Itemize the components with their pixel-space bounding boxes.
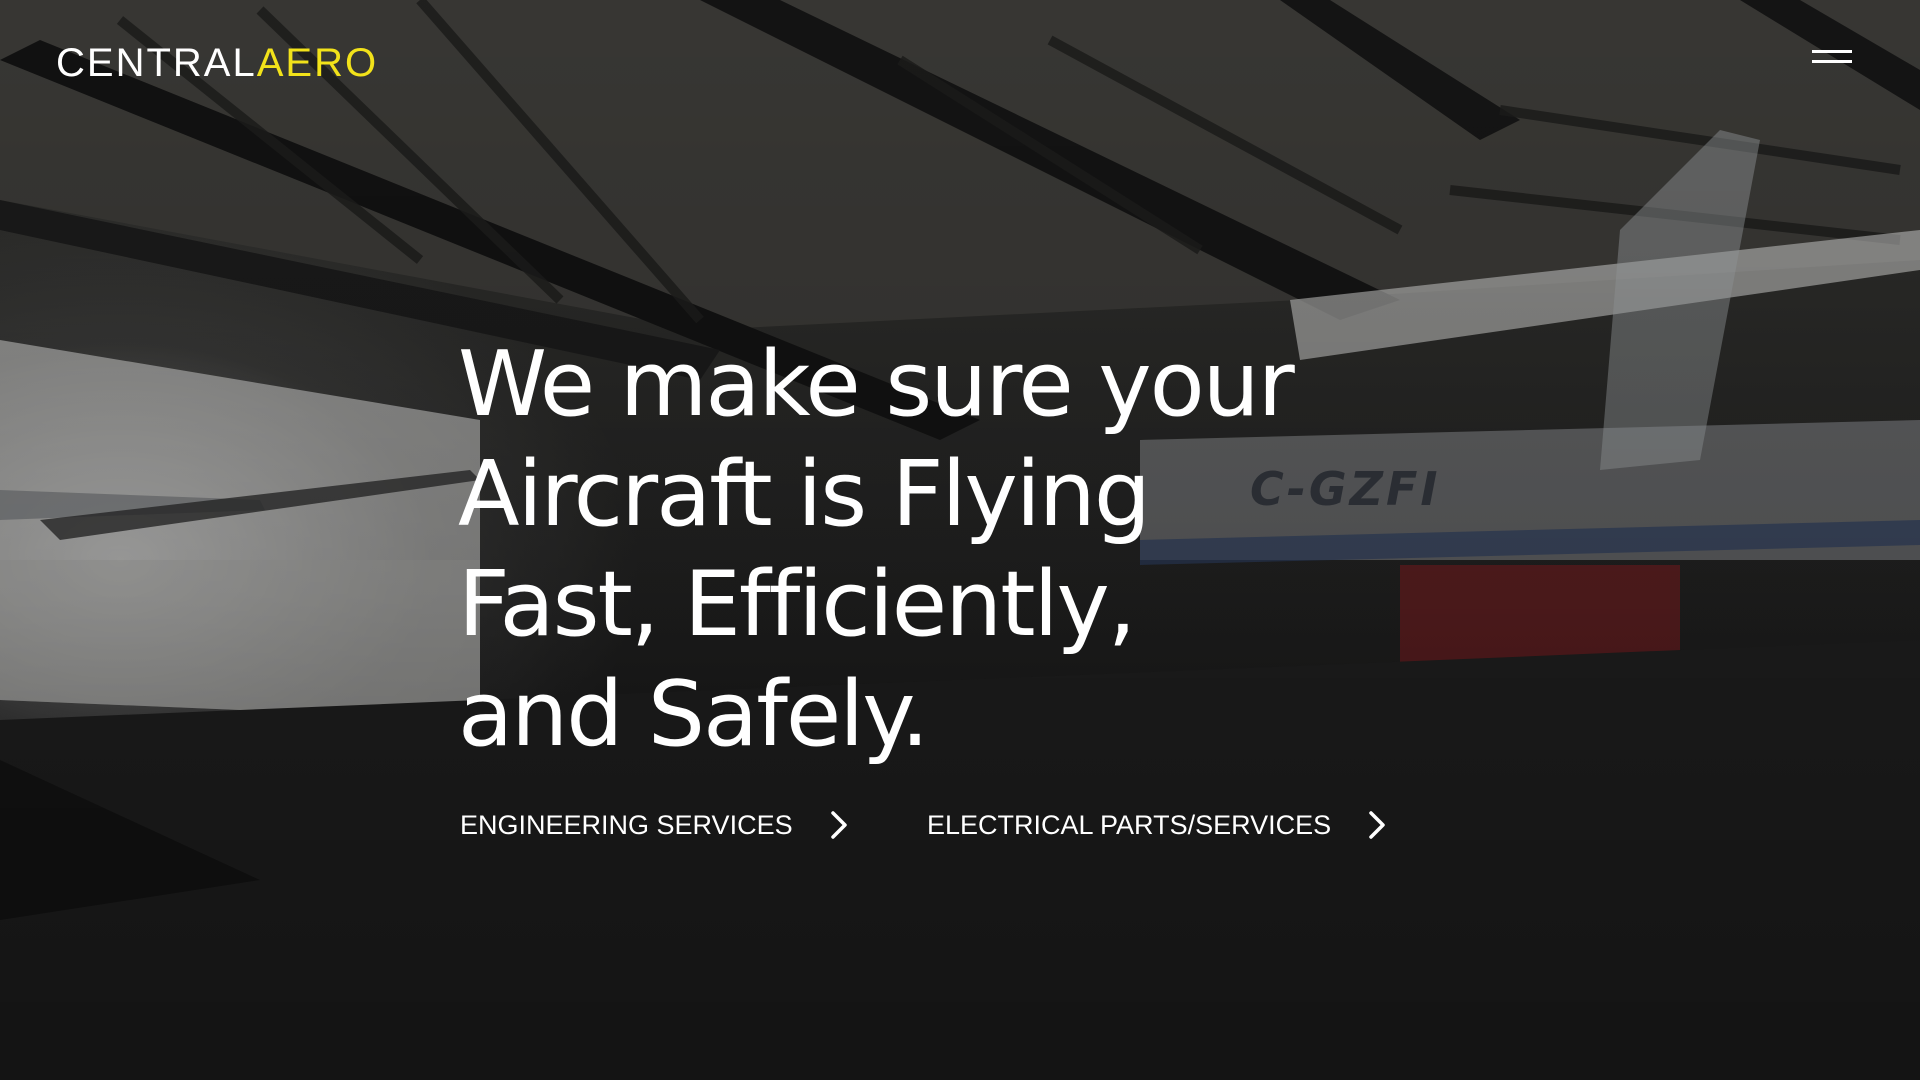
headline-line-4: and Safely. [458, 662, 929, 767]
engineering-services-link[interactable]: ENGINEERING SERVICES [460, 800, 857, 850]
chevron-right-icon [830, 811, 847, 839]
logo-primary-text: CENTRAL [56, 41, 257, 85]
chevron-right-icon [1369, 811, 1385, 839]
headline-line-3: Fast, Efficiently, [458, 552, 1136, 657]
menu-bar-top [1812, 50, 1852, 53]
electrical-parts-services-link[interactable]: ELECTRICAL PARTS/SERVICES [927, 800, 1395, 850]
site-logo[interactable]: CENTRALAERO [56, 40, 378, 86]
headline-line-1: We make sure your [458, 332, 1295, 437]
logo-accent-text: AERO [256, 41, 379, 85]
hamburger-menu-icon[interactable] [1812, 48, 1856, 66]
electrical-parts-services-label: ELECTRICAL PARTS/SERVICES [927, 809, 1332, 840]
hero-headline: We make sure your Aircraft is Flying Fas… [458, 330, 1358, 770]
headline-line-2: Aircraft is Flying [458, 442, 1151, 547]
hero-section: C-GZFI CENTRALAERO We make sure your Air… [0, 0, 1920, 1080]
service-links: ENGINEERING SERVICES ELECTRICAL PARTS/SE… [460, 800, 1460, 850]
engineering-services-label: ENGINEERING SERVICES [460, 809, 793, 840]
menu-bar-bottom [1812, 60, 1852, 63]
